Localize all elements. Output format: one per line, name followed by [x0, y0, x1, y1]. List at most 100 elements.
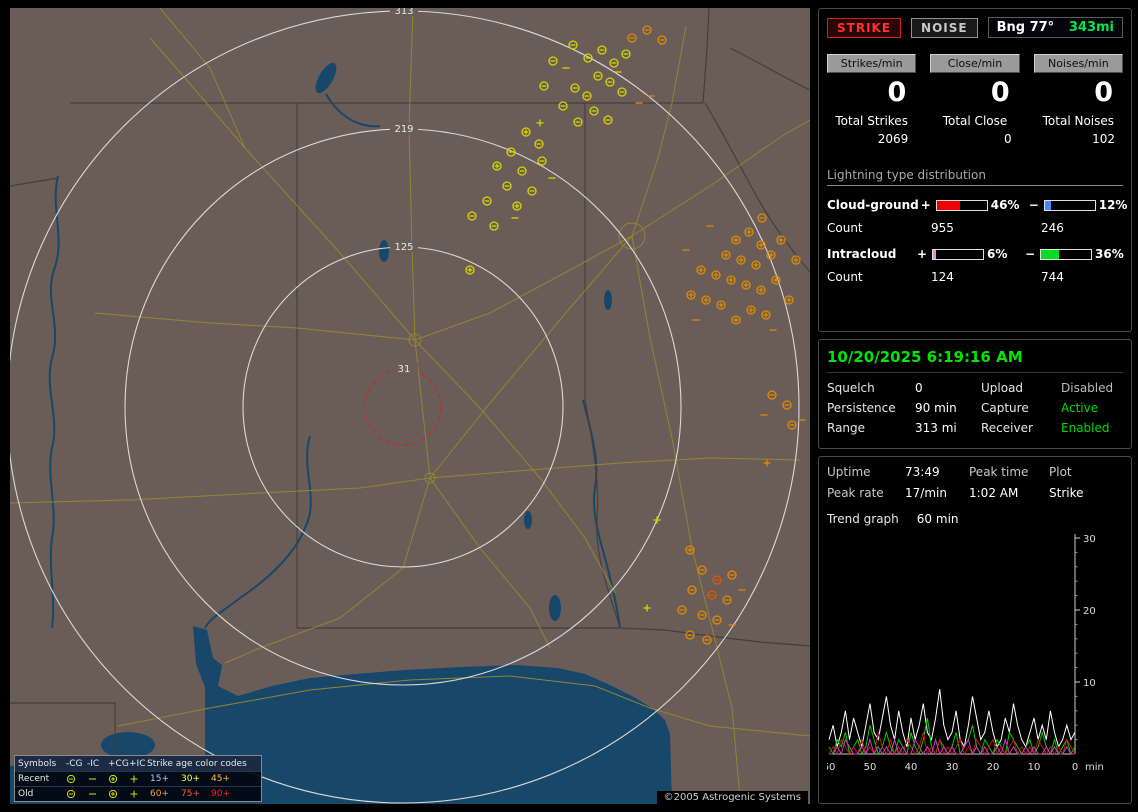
- plus-sign: +: [920, 198, 931, 212]
- rate-columns: Strikes/min 0 Total Strikes 2069 Close/m…: [827, 54, 1123, 146]
- ring-label-313: 313: [394, 8, 413, 17]
- peak-time-value: 1:02 AM: [969, 486, 1019, 500]
- range-label: Range: [827, 421, 866, 435]
- app-window: 313 219 125 31 Symbols -CG -IC +CG +IC Stri…: [0, 0, 1138, 812]
- y-tick-label: 20: [1083, 606, 1096, 617]
- ic-minus-pct: 36%: [1095, 247, 1124, 261]
- upload-value: Disabled: [1061, 381, 1114, 395]
- x-tick-label: 10: [1028, 762, 1041, 773]
- uptime-label: Uptime: [827, 465, 871, 479]
- legend-age-header: Strike age color codes: [147, 758, 247, 769]
- indicator-row: STRIKE NOISE Bng 77° 343mi: [827, 17, 1123, 38]
- pos-ic-symbol-icon: [126, 789, 147, 799]
- trend-graph-label: Trend graph: [827, 512, 899, 526]
- total-noises-label: Total Noises: [1042, 114, 1115, 128]
- legend-recent-label: Recent: [18, 774, 50, 784]
- legend-old-label: Old: [18, 789, 34, 799]
- ic-minus-bar: [1040, 248, 1092, 260]
- settings-grid: Squelch 0 Upload Disabled Persistence 90…: [827, 381, 1123, 435]
- strikes-per-min-value: 0: [887, 77, 907, 108]
- cg-plus-count: 955: [931, 221, 954, 235]
- legend-symbols-header: Symbols: [18, 758, 57, 769]
- uptime-value: 73:49: [905, 465, 940, 479]
- legend-col-ncg: -CG: [66, 758, 83, 769]
- intracloud-row: Intracloud + 6% − 36%: [827, 247, 1124, 261]
- total-strikes-label: Total Strikes: [835, 114, 908, 128]
- minus-sign: −: [1028, 198, 1039, 212]
- neg-cg-symbol-icon: [63, 774, 84, 784]
- strikes-column: Strikes/min 0 Total Strikes 2069: [827, 54, 917, 146]
- x-tick-label: 50: [864, 762, 877, 773]
- trend-window-value: 60 min: [916, 512, 959, 526]
- trend-series-total-strikes: [828, 689, 1076, 749]
- age-45: 45+: [211, 774, 230, 784]
- plot-value: Strike: [1049, 486, 1084, 500]
- strike-indicator-button[interactable]: STRIKE: [827, 17, 902, 38]
- sidebar: STRIKE NOISE Bng 77° 343mi Strikes/min 0…: [818, 8, 1132, 804]
- cg-plus-bar: [935, 199, 988, 211]
- legend-old-row: Old 60+ 75+ 90+: [15, 786, 261, 801]
- bearing-value: Bng 77°: [996, 20, 1055, 35]
- status-grid: Uptime 73:49 Peak time Plot Peak rate 17…: [827, 465, 1123, 500]
- trend-graph: 10 20 30 60 50 40 30 20 10 0 min: [827, 530, 1109, 776]
- x-tick-label: 20: [987, 762, 1000, 773]
- x-tick-label: 60: [827, 762, 835, 773]
- x-tick-label: 0: [1072, 762, 1078, 773]
- receiver-value: Enabled: [1061, 421, 1110, 435]
- cloud-ground-label: Cloud-ground: [827, 198, 919, 212]
- strike-legend: Symbols -CG -IC +CG +IC Strike age color…: [14, 755, 262, 802]
- legend-recent-row: Recent 15+ 30+ 45+: [15, 771, 261, 786]
- age-75: 75+: [181, 789, 200, 799]
- noise-indicator-button[interactable]: NOISE: [911, 17, 978, 38]
- intracloud-count-row: Count 124 744: [827, 270, 1123, 284]
- x-unit-label: min: [1085, 762, 1104, 773]
- neg-ic-symbol-icon: [84, 774, 105, 784]
- peak-rate-label: Peak rate: [827, 486, 884, 500]
- total-strikes-value: 2069: [877, 132, 909, 146]
- cg-minus-count: 246: [1041, 221, 1064, 235]
- capture-label: Capture: [981, 401, 1029, 415]
- ring-label-125: 125: [394, 242, 413, 253]
- age-15: 15+: [150, 774, 169, 784]
- cg-minus-pct: 12%: [1098, 198, 1128, 212]
- persistence-value: 90 min: [915, 401, 957, 415]
- y-tick-label: 10: [1083, 678, 1096, 689]
- bearing-display: Bng 77° 343mi: [987, 17, 1123, 38]
- legend-header-row: Symbols -CG -IC +CG +IC Strike age color…: [15, 756, 261, 771]
- trend-panel: Uptime 73:49 Peak time Plot Peak rate 17…: [818, 456, 1132, 804]
- ic-plus-pct: 6%: [987, 247, 1008, 261]
- distribution-title: Lightning type distribution: [827, 168, 1123, 186]
- x-tick-label: 30: [946, 762, 959, 773]
- persistence-label: Persistence: [827, 401, 896, 415]
- count-label: Count: [827, 270, 863, 284]
- pos-cg-symbol-icon: [105, 789, 126, 799]
- squelch-label: Squelch: [827, 381, 875, 395]
- strikes-per-min-label: Strikes/min: [827, 54, 917, 73]
- map[interactable]: 313 219 125 31 Symbols -CG -IC +CG +IC Stri…: [10, 8, 810, 804]
- range-value: 313 mi: [915, 421, 957, 435]
- pos-cg-symbol-icon: [105, 774, 126, 784]
- count-label: Count: [827, 221, 863, 235]
- cg-plus-pct: 46%: [990, 198, 1020, 212]
- y-tick-label: 30: [1083, 534, 1096, 545]
- x-tick-label: 40: [905, 762, 918, 773]
- close-column: Close/min 0 Total Close 0: [930, 54, 1020, 146]
- total-noises-value: 102: [1092, 132, 1115, 146]
- minus-sign: −: [1024, 247, 1036, 261]
- ring-label-219: 219: [394, 124, 413, 135]
- age-90: 90+: [211, 789, 230, 799]
- legend-col-pic: +IC: [129, 758, 146, 769]
- ic-plus-bar: [932, 248, 984, 260]
- bearing-distance: 343mi: [1068, 20, 1114, 35]
- legend-col-nic: -IC: [87, 758, 100, 769]
- age-60: 60+: [150, 789, 169, 799]
- peak-rate-value: 17/min: [905, 486, 947, 500]
- age-30: 30+: [181, 774, 200, 784]
- map-canvas: 313 219 125 31: [10, 8, 810, 804]
- capture-value: Active: [1061, 401, 1099, 415]
- neg-ic-symbol-icon: [84, 789, 105, 799]
- noises-column: Noises/min 0 Total Noises 102: [1033, 54, 1123, 146]
- plot-label: Plot: [1049, 465, 1072, 479]
- ic-plus-count: 124: [931, 270, 954, 284]
- datetime: 10/20/2025 6:19:16 AM: [827, 348, 1123, 373]
